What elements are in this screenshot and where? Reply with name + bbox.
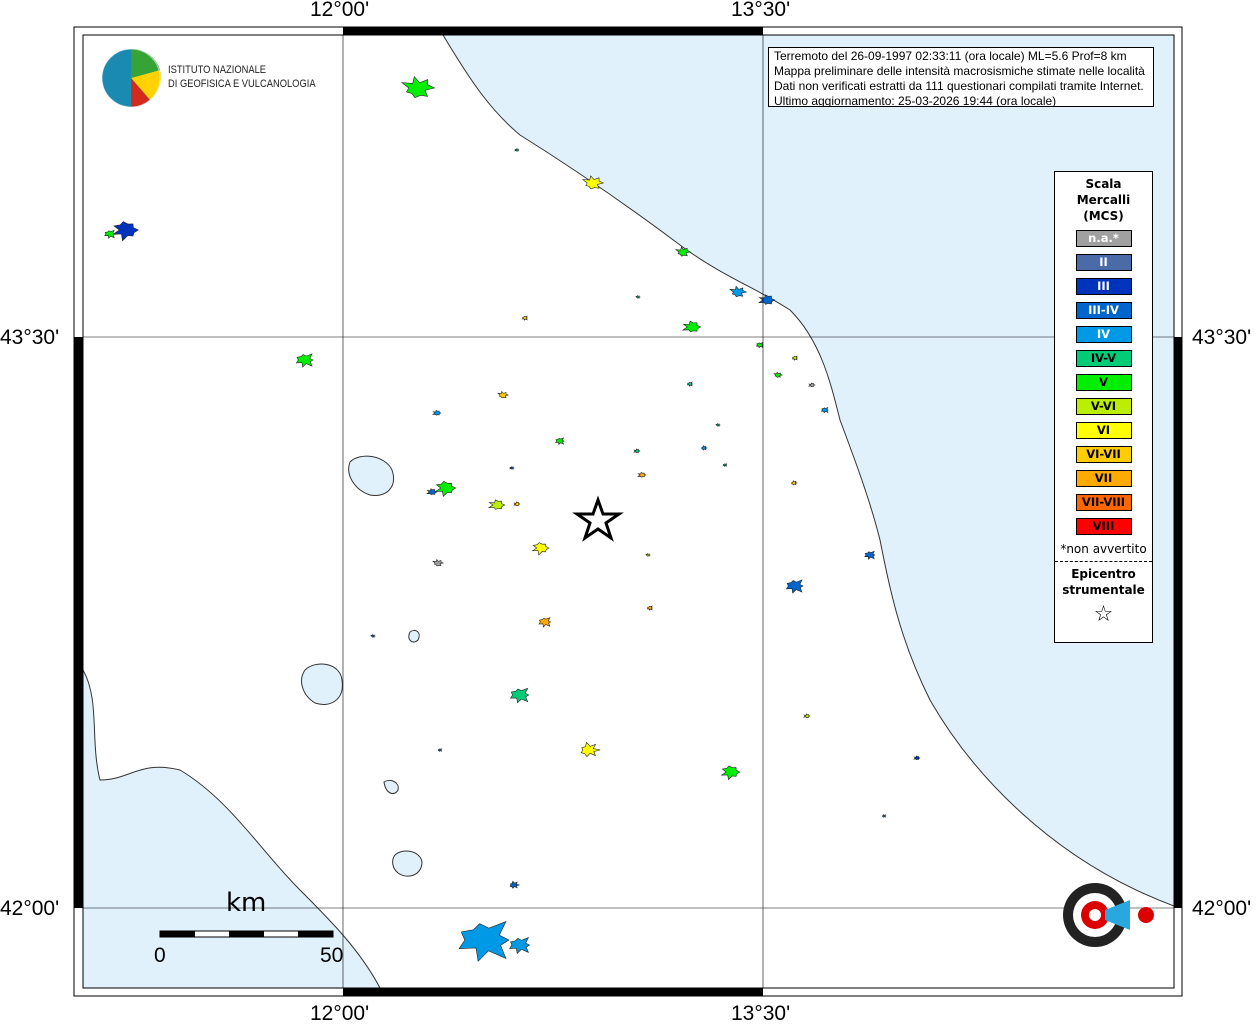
legend-title3: (MCS): [1083, 209, 1124, 223]
legend-swatch: VI: [1075, 422, 1132, 439]
info-line2: Mappa preliminare delle intensità macros…: [774, 64, 1145, 78]
lat-tick-left-top: 43°30': [0, 326, 60, 349]
legend-swatch: III: [1075, 278, 1132, 295]
legend-title1: Scala: [1085, 177, 1122, 191]
ingv-logo-icon: [101, 48, 161, 108]
info-line3: Dati non verificati estratti da 111 ques…: [774, 79, 1144, 93]
scalebar: [159, 930, 334, 938]
ingv-name: ISTITUTO NAZIONALE DI GEOFISICA E VULCAN…: [168, 63, 316, 91]
lon-tick-bottom-right: 13°30': [731, 1002, 791, 1025]
legend-swatch: VI-VII: [1075, 446, 1132, 463]
lake-vico: [392, 850, 423, 877]
mcs-legend: Scala Mercalli (MCS) n.a.* II III III-IV IV I…: [1054, 171, 1153, 643]
lat-tick-right-bottom: 42°00': [1192, 897, 1252, 920]
lat-tick-right-top: 43°30': [1192, 326, 1252, 349]
legend-swatch: IV: [1075, 326, 1132, 343]
scalebar-unit: km: [226, 888, 267, 918]
ingv-line1: ISTITUTO NAZIONALE: [168, 64, 267, 76]
legend-epi1: Epicentro: [1071, 567, 1136, 581]
lon-tick-top-right: 13°30': [731, 0, 791, 21]
legend-swatch: VII-VIII: [1075, 494, 1132, 511]
info-line4: Ultimo aggiornamento: 25-03-2026 19:44 (…: [774, 94, 1057, 107]
legend-swatch: II: [1075, 254, 1132, 271]
legend-swatch: III-IV: [1075, 302, 1132, 319]
legend-swatch: VIII: [1075, 518, 1132, 535]
scalebar-min: 0: [154, 944, 166, 967]
legend-epicenter-label: Epicentro strumentale: [1055, 566, 1152, 598]
legend-star-icon: ☆: [1093, 602, 1114, 627]
lat-tick-left-bottom: 42°00': [0, 897, 60, 920]
legend-swatch: VII: [1075, 470, 1132, 487]
ingv-line2: DI GEOFISICA E VULCANOLOGIA: [168, 78, 316, 90]
legend-note: *non avvertito: [1060, 542, 1147, 556]
legend-swatch: V: [1075, 374, 1132, 391]
legend-epi2: strumentale: [1062, 583, 1145, 597]
legend-title2: Mercalli: [1076, 193, 1131, 207]
lon-tick-top-left: 12°00': [310, 0, 370, 21]
scalebar-max: 50: [320, 944, 344, 967]
lon-tick-bottom-left: 12°00': [310, 1002, 370, 1025]
legend-title: Scala Mercalli (MCS): [1055, 176, 1152, 224]
legend-swatch: IV-V: [1075, 350, 1132, 367]
legend-swatch: n.a.*: [1075, 230, 1132, 247]
info-line1: Terremoto del 26-09-1997 02:33:11 (ora l…: [774, 49, 1127, 63]
lake-piediluco: [408, 629, 420, 643]
event-info-box: Terremoto del 26-09-1997 02:33:11 (ora l…: [768, 47, 1154, 107]
legend-swatch: V-VI: [1075, 398, 1132, 415]
